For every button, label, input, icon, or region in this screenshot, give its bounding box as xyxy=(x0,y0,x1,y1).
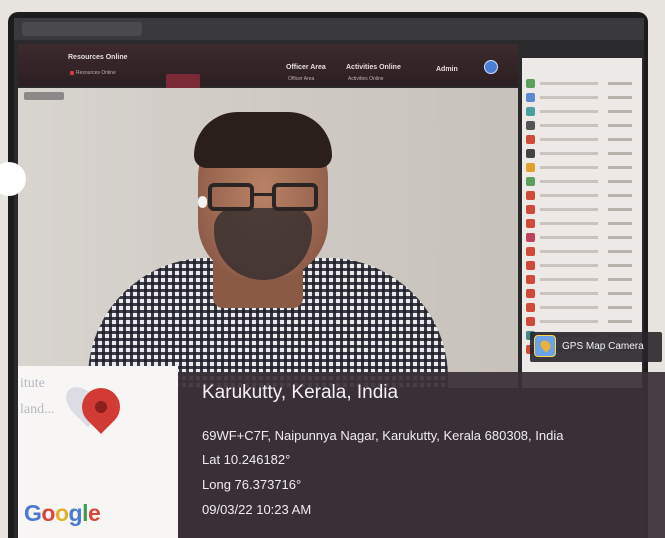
nav-item-activities[interactable]: Activities Online xyxy=(346,64,401,71)
glasses-icon xyxy=(208,183,320,213)
nav-item-officer[interactable]: Officer Area xyxy=(286,64,326,71)
location-latitude: Lat 10.246182° xyxy=(202,452,291,467)
participant-row[interactable] xyxy=(526,302,638,314)
nav-sub-resources: Resources Online xyxy=(76,70,116,76)
participant-row[interactable] xyxy=(526,204,638,216)
participant-row[interactable] xyxy=(526,274,638,286)
participant-row[interactable] xyxy=(526,316,638,328)
participant-row[interactable] xyxy=(526,176,638,188)
participant-row[interactable] xyxy=(526,106,638,118)
participant-row[interactable] xyxy=(526,120,638,132)
person-hair xyxy=(194,112,332,168)
gps-map-camera-tag: GPS Map Camera xyxy=(530,332,662,362)
map-thumbnail-card: itute land... Google xyxy=(18,366,178,538)
participant-row[interactable] xyxy=(526,246,638,258)
gps-map-camera-icon xyxy=(534,335,556,357)
video-feed xyxy=(18,88,518,388)
participant-row[interactable] xyxy=(526,232,638,244)
participant-row[interactable] xyxy=(526,288,638,300)
location-datetime: 09/03/22 10:23 AM xyxy=(202,502,312,517)
browser-top-bar xyxy=(14,18,644,40)
participant-row[interactable] xyxy=(526,78,638,90)
nav-sub-officer: Officer Area xyxy=(288,76,315,82)
nav-item-resources[interactable]: Resources Online xyxy=(68,54,128,61)
earbud-icon xyxy=(198,196,207,208)
nav-dot-icon xyxy=(70,71,74,75)
meeting-header: Resources Online Resources Online Office… xyxy=(18,44,518,94)
location-address: 69WF+C7F, Naipunnya Nagar, Karukutty, Ke… xyxy=(202,428,564,443)
participant-row[interactable] xyxy=(526,148,638,160)
participant-row[interactable] xyxy=(526,134,638,146)
map-text-fragment: land... xyxy=(20,402,55,417)
video-name-tag xyxy=(24,92,64,100)
participant-row[interactable] xyxy=(526,218,638,230)
google-logo: Google xyxy=(24,500,101,526)
location-overlay: Karukutty, Kerala, India 69WF+C7F, Naipu… xyxy=(178,372,665,538)
participant-row[interactable] xyxy=(526,92,638,104)
participant-row[interactable] xyxy=(526,260,638,272)
user-avatar-icon[interactable] xyxy=(484,60,498,74)
location-longitude: Long 76.373716° xyxy=(202,477,302,492)
participant-row[interactable] xyxy=(526,162,638,174)
location-title: Karukutty, Kerala, India xyxy=(202,382,399,403)
map-text-fragment: itute xyxy=(20,376,45,391)
participant-row[interactable] xyxy=(526,190,638,202)
browser-tab[interactable] xyxy=(22,22,142,36)
nav-sub-activities: Activities Online xyxy=(348,76,384,82)
gps-app-label: GPS Map Camera xyxy=(562,341,644,352)
nav-item-admin[interactable]: Admin xyxy=(436,66,458,73)
